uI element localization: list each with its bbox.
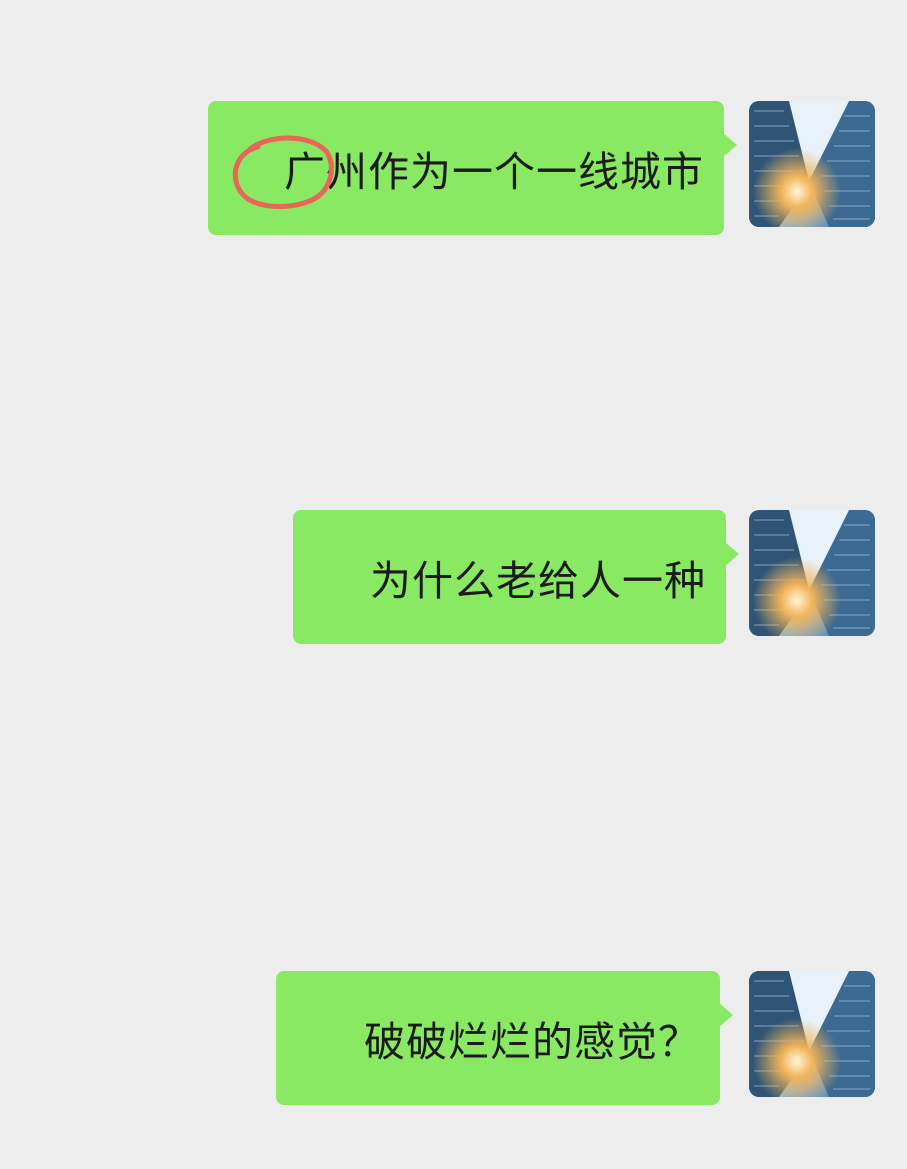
city-skyscraper-avatar-icon [749,510,875,636]
message-bubble[interactable]: 为什么老给人一种 [293,510,739,644]
bubble-tail [719,1003,733,1027]
message-text: 破破烂烂的感觉？ [364,1018,700,1066]
message-row: 广州作为一个一线城市 [0,101,907,235]
message-row: 为什么老给人一种 [0,510,907,644]
city-skyscraper-avatar-icon [749,971,875,1097]
message-text: 广州作为一个一线城市 [284,148,704,196]
city-skyscraper-avatar-icon [749,101,875,227]
message-bubble[interactable]: 破破烂烂的感觉？ [276,971,733,1105]
message-text: 为什么老给人一种 [370,557,706,605]
avatar[interactable] [749,101,875,227]
avatar[interactable] [749,510,875,636]
message-row: 破破烂烂的感觉？ [0,971,907,1105]
chat-window: 广州作为一个一线城市 为什么老给人一种 破破烂烂的感觉？ [0,0,907,1169]
bubble-tail [723,133,737,157]
bubble-tail [725,542,739,566]
avatar[interactable] [749,971,875,1097]
message-bubble[interactable]: 广州作为一个一线城市 [208,101,737,235]
